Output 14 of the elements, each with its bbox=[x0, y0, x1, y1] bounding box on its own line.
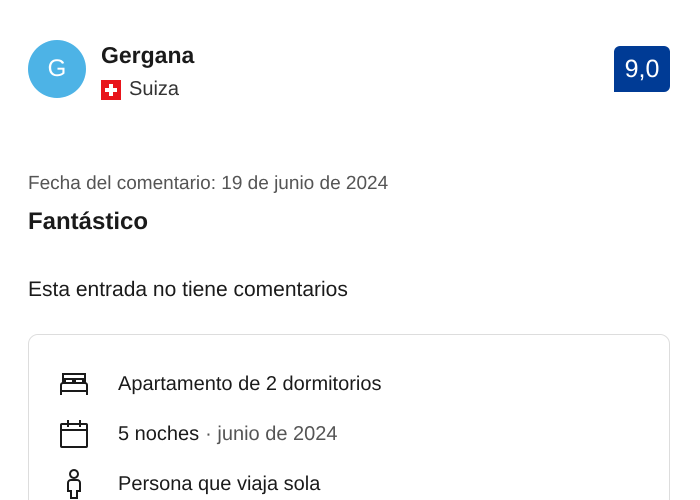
reviewer-name: Gergana bbox=[101, 42, 196, 69]
stay-detail: Apartamento de 2 dormitorios bbox=[118, 372, 382, 396]
score-badge: 9,0 bbox=[614, 46, 670, 92]
bed-icon bbox=[59, 371, 89, 397]
review-title: Fantástico bbox=[28, 208, 150, 236]
reviewer-country: Suiza bbox=[129, 78, 180, 101]
stay-detail: 5 noches bbox=[118, 422, 200, 446]
flag-icon bbox=[101, 80, 121, 100]
avatar: G bbox=[28, 40, 86, 98]
stay-detail: Persona que viaja sola bbox=[118, 472, 320, 496]
review-date: Fecha del comentario: 19 de junio de 2024 bbox=[28, 173, 390, 195]
review-text: Esta entrada no tiene comentarios bbox=[28, 278, 349, 302]
calendar-icon bbox=[59, 419, 89, 449]
stay-date: · junio de 2024 bbox=[205, 422, 338, 446]
